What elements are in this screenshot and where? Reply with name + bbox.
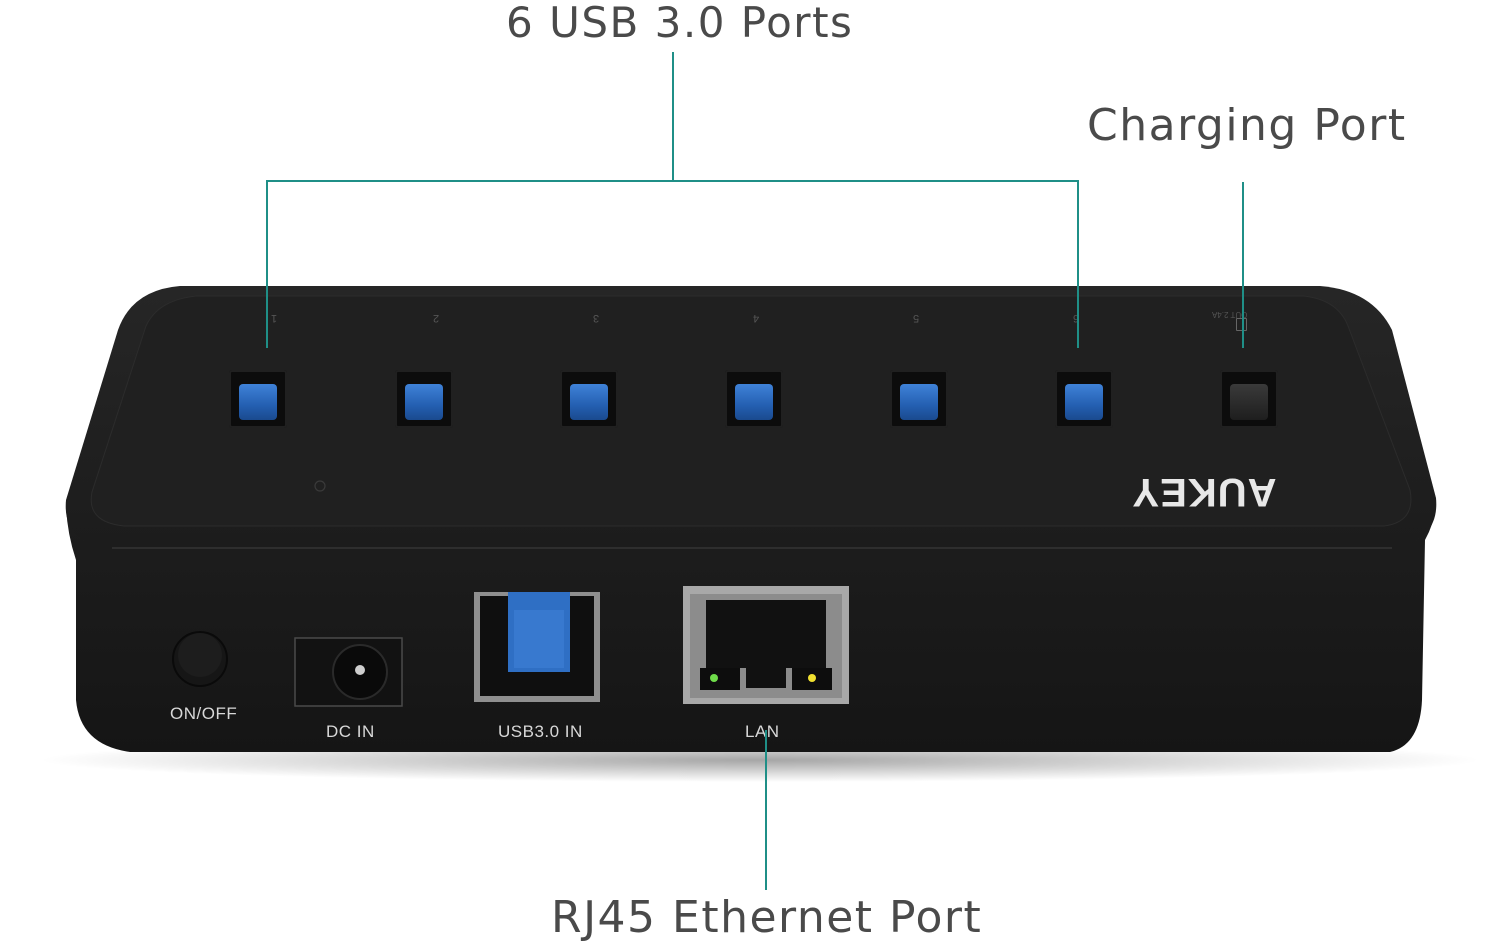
port-number-label: 5 (913, 312, 920, 324)
usb-callout-stem (672, 52, 674, 181)
usb-callout-bracket (266, 180, 1079, 182)
usb-tongue (900, 384, 938, 420)
lan-label: LAN (745, 722, 780, 741)
port-number-label: 4 (753, 312, 760, 324)
charging-tongue (1230, 384, 1268, 420)
usb-tongue (239, 384, 277, 420)
usb-callout-right-leg (1077, 180, 1079, 348)
charging-callout-line (1242, 182, 1244, 348)
dc-in-label: DC IN (326, 722, 375, 741)
usb-hub-illustration: AUKEY (40, 286, 1480, 782)
usb-callout-left-leg (266, 180, 268, 348)
usb-port-2[interactable] (395, 370, 453, 428)
usb-port-4[interactable] (725, 370, 783, 428)
usb-port-5[interactable] (890, 370, 948, 428)
power-switch-label: ON/OFF (170, 704, 238, 723)
lan-led-green (710, 674, 718, 682)
usb-in-label: USB3.0 IN (498, 722, 583, 741)
usb-port-1[interactable] (229, 370, 287, 428)
usb-tongue (570, 384, 608, 420)
port-number-label: 3 (593, 312, 600, 324)
charging-port[interactable] (1220, 370, 1278, 428)
port-number-label: 1 (271, 312, 278, 324)
usb-tongue (405, 384, 443, 420)
usb-port-3[interactable] (560, 370, 618, 428)
usb-tongue (735, 384, 773, 420)
usb-tongue (1065, 384, 1103, 420)
usb-port-6[interactable] (1055, 370, 1113, 428)
ethernet-callout-line (765, 730, 767, 890)
port-number-label: 2 (433, 312, 440, 324)
aukey-logo: AUKEY (1131, 470, 1276, 514)
lan-led-yellow (808, 674, 816, 682)
